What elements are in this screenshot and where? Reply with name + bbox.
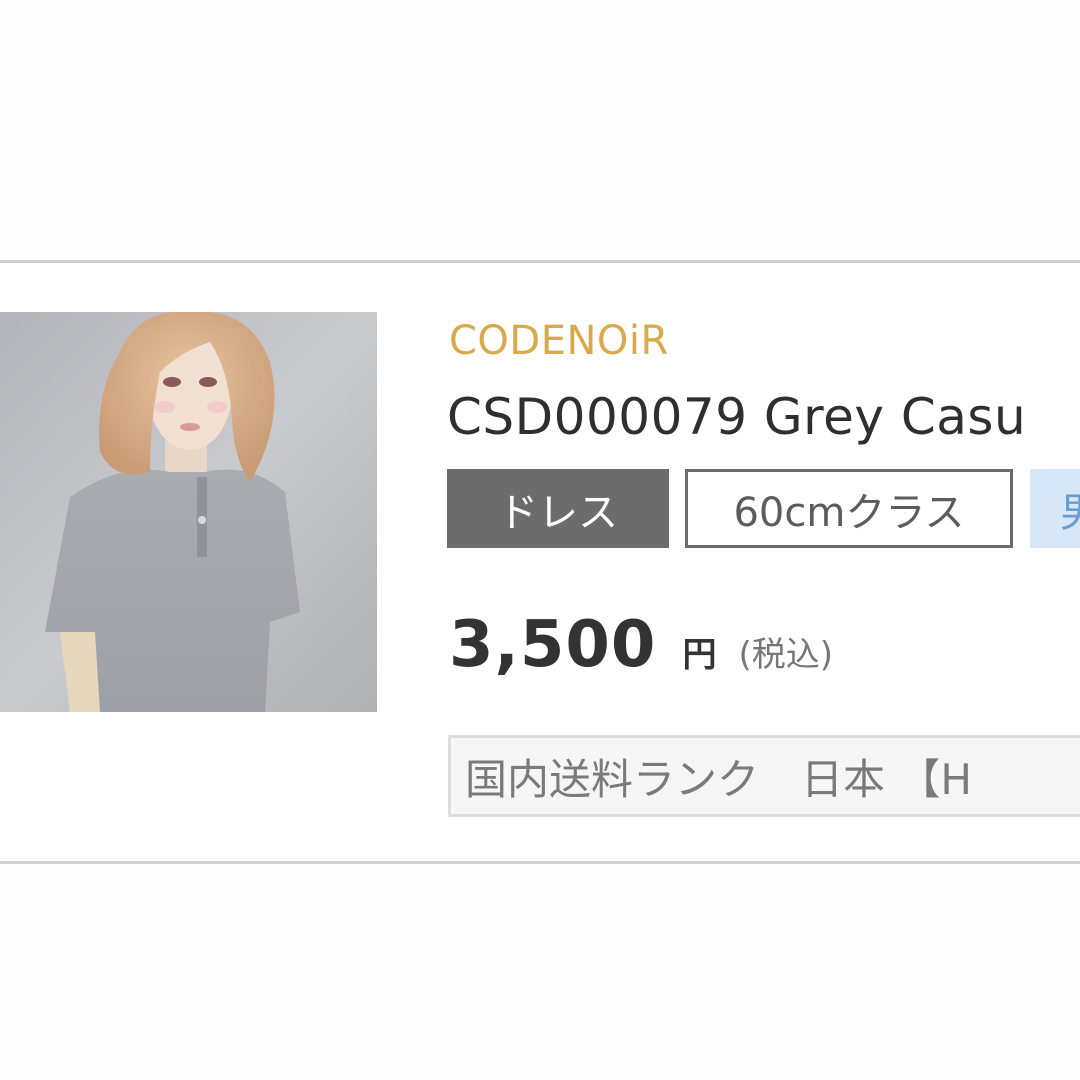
shipping-rank-box: 国内送料ランク 日本 【H (448, 735, 1080, 817)
price-row: 3,500 円 (税込) (449, 608, 833, 682)
doll-photo-illustration (0, 312, 377, 712)
brand-name[interactable]: CODENOiR (449, 318, 669, 364)
tax-note: (税込) (738, 635, 833, 675)
price-value: 3,500 (449, 608, 657, 682)
tag-gender[interactable]: 男 (1030, 469, 1080, 548)
tag-size-class[interactable]: 60cmクラス (685, 469, 1013, 548)
currency-label: 円 (682, 635, 717, 675)
product-thumbnail[interactable] (0, 312, 377, 712)
page: CODENOiR CSD000079 Grey Casu ドレス 60cmクラス… (0, 0, 1080, 1080)
tag-dress[interactable]: ドレス (447, 469, 669, 548)
product-title[interactable]: CSD000079 Grey Casu (447, 388, 1026, 446)
